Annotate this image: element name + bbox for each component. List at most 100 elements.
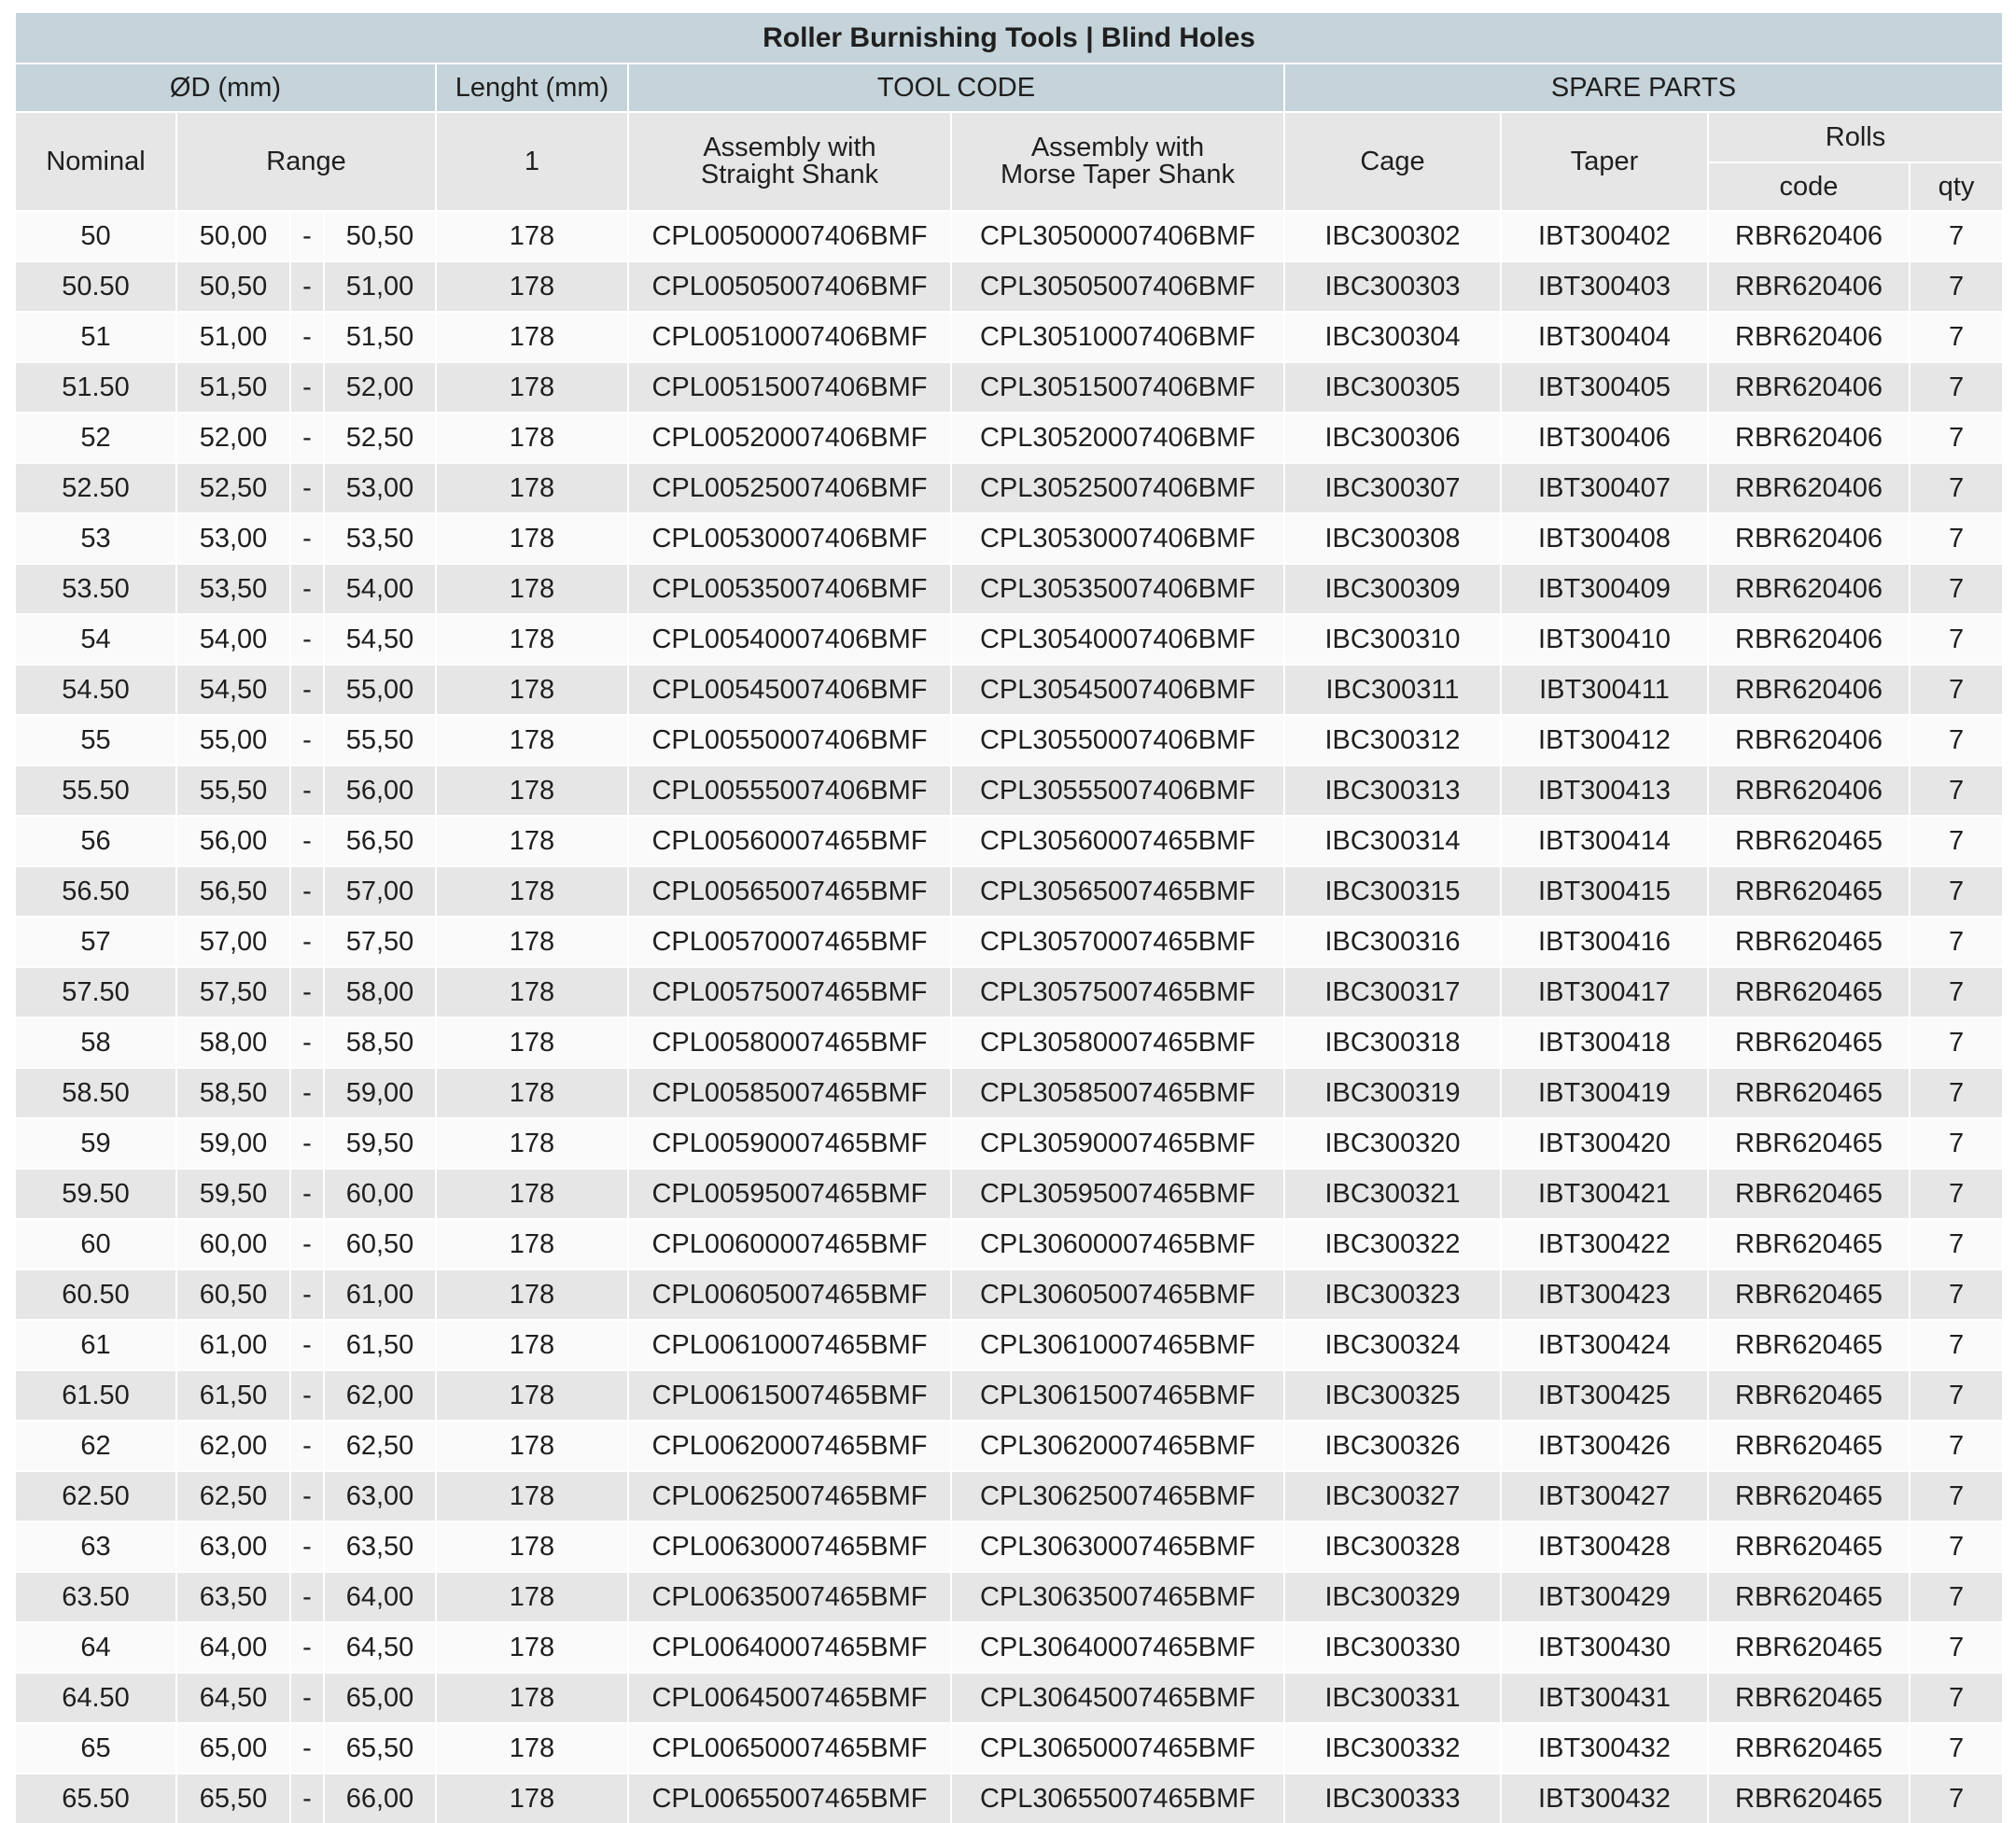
table-row: 59 59,00-59,50 178 CPL00590007465BMF CPL3059… <box>16 1117 2003 1169</box>
cell-range-separator: - <box>290 966 325 1017</box>
cell-cage: IBC300303 <box>1284 260 1502 312</box>
cell-range-max: 54,00 <box>324 563 437 614</box>
cell-range-max: 51,00 <box>324 260 437 312</box>
cell-nominal: 50 <box>16 210 177 261</box>
cell-taper: IBT300415 <box>1501 865 1709 917</box>
cell-length: 178 <box>436 1017 629 1068</box>
cell-range-min: 62,00 <box>176 1420 291 1471</box>
cell-taper: IBT300419 <box>1501 1067 1709 1118</box>
cell-rolls-qty: 7 <box>1910 260 2003 312</box>
cell-straight-shank-code: CPL00595007465BMF <box>628 1168 952 1219</box>
table-row: 53.50 53,50-54,00 178 CPL00535007406BMF CPL3… <box>16 563 2003 614</box>
cell-straight-shank-code: CPL00500007406BMF <box>628 210 952 261</box>
cell-range-separator: - <box>290 815 325 866</box>
cell-length: 178 <box>436 613 629 665</box>
cell-cage: IBC300314 <box>1284 815 1502 866</box>
cell-nominal: 64 <box>16 1621 177 1673</box>
header-morse-line1: Assembly with <box>1030 133 1205 162</box>
group-diameter: ØD (mm) <box>16 63 437 112</box>
cell-range-max: 62,50 <box>324 1420 437 1471</box>
cell-rolls-qty: 7 <box>1910 1269 2003 1320</box>
cell-rolls-code: RBR620465 <box>1708 1319 1911 1370</box>
cell-rolls-qty: 7 <box>1910 462 2003 513</box>
cell-taper: IBT300407 <box>1501 462 1709 513</box>
table-row: 65.50 65,50-66,00 178 CPL00655007465BMF CPL3… <box>16 1773 2003 1823</box>
table-row: 65 65,00-65,50 178 CPL00650007465BMF CPL3065… <box>16 1722 2003 1774</box>
cell-rolls-code: RBR620406 <box>1708 764 1911 816</box>
cell-rolls-qty: 7 <box>1910 311 2003 362</box>
cell-cage: IBC300309 <box>1284 563 1502 614</box>
cell-nominal: 59.50 <box>16 1168 177 1219</box>
cell-range-separator: - <box>290 916 325 967</box>
table-row: 61 61,00-61,50 178 CPL00610007465BMF CPL3061… <box>16 1319 2003 1370</box>
cell-range-separator: - <box>290 1773 325 1823</box>
cell-range-min: 52,50 <box>176 462 291 513</box>
cell-rolls-code: RBR620406 <box>1708 563 1911 614</box>
header-straight-line2: Straight Shank <box>700 160 879 189</box>
cell-range-separator: - <box>290 1269 325 1320</box>
cell-morse-taper-code: CPL30640007465BMF <box>951 1621 1285 1673</box>
cell-morse-taper-code: CPL30595007465BMF <box>951 1168 1285 1219</box>
cell-morse-taper-code: CPL30565007465BMF <box>951 865 1285 917</box>
cell-length: 178 <box>436 1722 629 1774</box>
cell-cage: IBC300331 <box>1284 1672 1502 1723</box>
cell-taper: IBT300418 <box>1501 1017 1709 1068</box>
table-row: 55 55,00-55,50 178 CPL00550007406BMF CPL3055… <box>16 714 2003 765</box>
cell-rolls-qty: 7 <box>1910 1420 2003 1471</box>
cell-range-min: 50,50 <box>176 260 291 312</box>
cell-rolls-qty: 7 <box>1910 1218 2003 1269</box>
cell-rolls-qty: 7 <box>1910 613 2003 665</box>
cell-straight-shank-code: CPL00535007406BMF <box>628 563 952 614</box>
header-rolls-qty: qty <box>1910 161 2003 211</box>
cell-rolls-code: RBR620406 <box>1708 260 1911 312</box>
cell-straight-shank-code: CPL00615007465BMF <box>628 1369 952 1421</box>
cell-nominal: 61 <box>16 1319 177 1370</box>
cell-morse-taper-code: CPL30600007465BMF <box>951 1218 1285 1269</box>
cell-morse-taper-code: CPL30630007465BMF <box>951 1521 1285 1572</box>
cell-nominal: 50.50 <box>16 260 177 312</box>
cell-length: 178 <box>436 1067 629 1118</box>
cell-taper: IBT300417 <box>1501 966 1709 1017</box>
cell-rolls-qty: 7 <box>1910 512 2003 564</box>
cell-range-max: 52,50 <box>324 412 437 463</box>
cell-straight-shank-code: CPL00525007406BMF <box>628 462 952 513</box>
cell-cage: IBC300317 <box>1284 966 1502 1017</box>
cell-taper: IBT300413 <box>1501 764 1709 816</box>
cell-length: 178 <box>436 1773 629 1823</box>
cell-morse-taper-code: CPL30635007465BMF <box>951 1571 1285 1622</box>
cell-range-min: 57,00 <box>176 916 291 967</box>
cell-rolls-code: RBR620465 <box>1708 1773 1911 1823</box>
cell-range-separator: - <box>290 412 325 463</box>
cell-straight-shank-code: CPL00650007465BMF <box>628 1722 952 1774</box>
cell-straight-shank-code: CPL00620007465BMF <box>628 1420 952 1471</box>
cell-length: 178 <box>436 764 629 816</box>
cell-straight-shank-code: CPL00570007465BMF <box>628 916 952 967</box>
cell-range-max: 53,50 <box>324 512 437 564</box>
cell-range-min: 59,50 <box>176 1168 291 1219</box>
cell-rolls-code: RBR620465 <box>1708 1017 1911 1068</box>
cell-rolls-qty: 7 <box>1910 1369 2003 1421</box>
cell-range-min: 60,00 <box>176 1218 291 1269</box>
cell-nominal: 54.50 <box>16 664 177 715</box>
cell-nominal: 62 <box>16 1420 177 1471</box>
cell-rolls-qty: 7 <box>1910 1521 2003 1572</box>
cell-length: 178 <box>436 966 629 1017</box>
cell-range-min: 65,50 <box>176 1773 291 1823</box>
cell-taper: IBT300432 <box>1501 1722 1709 1774</box>
cell-rolls-code: RBR620406 <box>1708 664 1911 715</box>
cell-morse-taper-code: CPL30505007406BMF <box>951 260 1285 312</box>
cell-rolls-qty: 7 <box>1910 714 2003 765</box>
cell-range-separator: - <box>290 1571 325 1622</box>
table-row: 60.50 60,50-61,00 178 CPL00605007465BMF CPL3… <box>16 1269 2003 1320</box>
cell-range-min: 61,00 <box>176 1319 291 1370</box>
cell-straight-shank-code: CPL00585007465BMF <box>628 1067 952 1118</box>
cell-taper: IBT300432 <box>1501 1773 1709 1823</box>
cell-taper: IBT300421 <box>1501 1168 1709 1219</box>
cell-rolls-qty: 7 <box>1910 815 2003 866</box>
table-row: 51.50 51,50-52,00 178 CPL00515007406BMF CPL3… <box>16 361 2003 413</box>
cell-rolls-code: RBR620465 <box>1708 1218 1911 1269</box>
cell-rolls-code: RBR620465 <box>1708 916 1911 967</box>
cell-rolls-code: RBR620406 <box>1708 462 1911 513</box>
cell-length: 178 <box>436 361 629 413</box>
cell-rolls-qty: 7 <box>1910 563 2003 614</box>
